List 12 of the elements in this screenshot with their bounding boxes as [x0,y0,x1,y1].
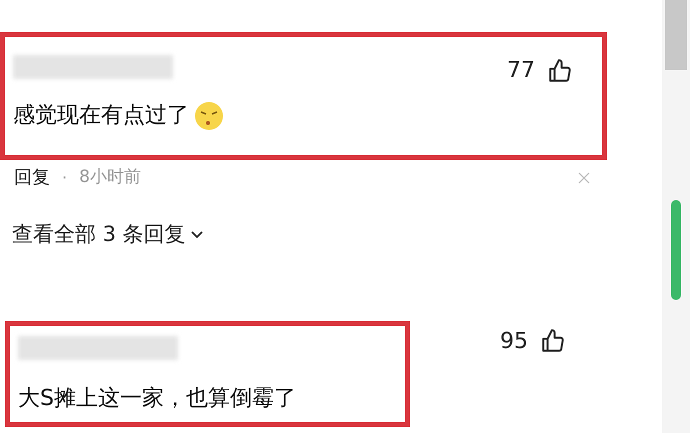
like-count: 77 [507,57,535,85]
chevron-down-icon [190,230,204,240]
comment-text: 大S摊上这一家，也算倒霉了 [18,384,296,412]
comment-time: 8小时前 [79,166,141,189]
thumbs-up-icon[interactable] [547,58,573,84]
separator: · [62,166,68,188]
reply-link[interactable]: 回复 [14,164,50,191]
like-count: 95 [500,328,528,356]
scrollbar-thumb[interactable] [665,0,687,70]
thumbs-up-icon[interactable] [540,328,566,354]
comment-text: 感觉现在有点过了 [13,102,189,130]
view-replies-link[interactable]: 查看全部 3 条回复 [0,219,204,250]
